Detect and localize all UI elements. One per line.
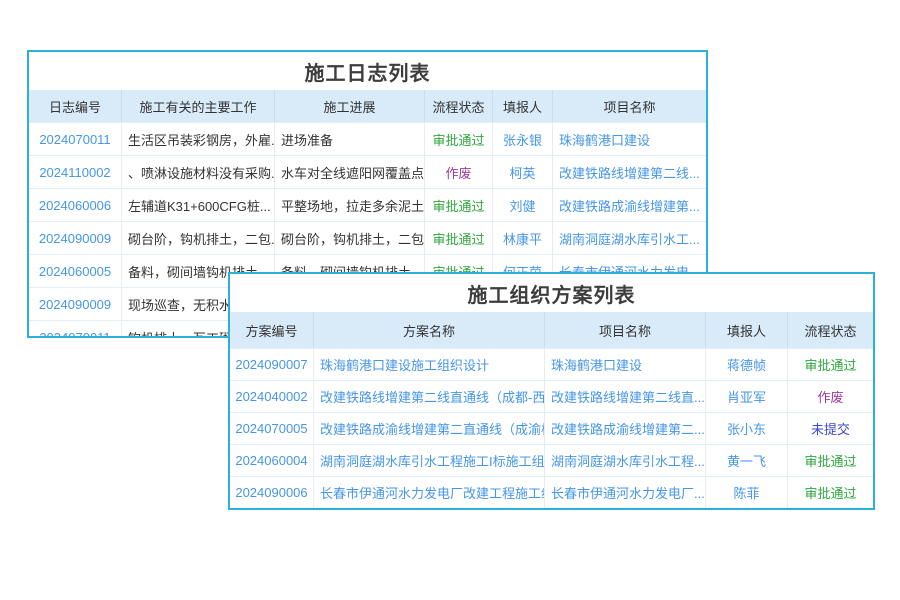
column-header-reporter: 填报人 — [493, 90, 553, 122]
plan-name-link[interactable]: 长春市伊通河水力发电厂改建工程施工组... — [314, 477, 545, 508]
column-header-plan-id: 方案编号 — [230, 312, 314, 348]
reporter-name: 肖亚军 — [706, 381, 788, 412]
construction-log-header-row: 日志编号 施工有关的主要工作 施工进展 流程状态 填报人 项目名称 — [29, 90, 706, 122]
progress-text: 砌台阶，钩机排土，二包... — [275, 222, 425, 254]
main-work-text: 砌台阶，钩机排土，二包... — [122, 222, 275, 254]
table-row: 2024110002、喷淋设施材料没有采购...水车对全线遮阳网覆盖点...作废… — [29, 155, 706, 188]
table-row: 2024070005改建铁路成渝线增建第二直通线（成渝枢...改建铁路成渝线增建… — [230, 412, 873, 444]
status-badge: 审批通过 — [788, 445, 873, 476]
column-header-project: 项目名称 — [553, 90, 706, 122]
plan-id-link[interactable]: 2024090007 — [230, 349, 314, 380]
log-id-link[interactable]: 2024070011 — [29, 123, 122, 155]
log-id-link[interactable]: 2024070011 — [29, 321, 122, 338]
plan-name-link[interactable]: 湖南洞庭湖水库引水工程施工I标施工组织... — [314, 445, 545, 476]
main-work-text: 左辅道K31+600CFG桩... — [122, 189, 275, 221]
construction-plan-title: 施工组织方案列表 — [230, 274, 873, 312]
project-name-link[interactable]: 长春市伊通河水力发电厂... — [545, 477, 706, 508]
construction-plan-body: 2024090007珠海鹤港口建设施工组织设计珠海鹤港口建设蒋德帧审批通过202… — [230, 348, 873, 508]
log-id-link[interactable]: 2024090009 — [29, 288, 122, 320]
table-row: 2024090007珠海鹤港口建设施工组织设计珠海鹤港口建设蒋德帧审批通过 — [230, 348, 873, 380]
project-name-link[interactable]: 改建铁路线增建第二线直... — [545, 381, 706, 412]
project-name-link[interactable]: 湖南洞庭湖水库引水工程... — [545, 445, 706, 476]
reporter-name: 林康平 — [493, 222, 553, 254]
page-background: 施工日志列表 日志编号 施工有关的主要工作 施工进展 流程状态 填报人 项目名称… — [0, 0, 900, 600]
construction-log-title: 施工日志列表 — [29, 52, 706, 90]
project-name-link[interactable]: 珠海鹤港口建设 — [545, 349, 706, 380]
table-row: 2024060006左辅道K31+600CFG桩...平整场地，拉走多余泥土..… — [29, 188, 706, 221]
status-badge: 未提交 — [788, 413, 873, 444]
project-name-link[interactable]: 珠海鹤港口建设 — [553, 123, 706, 155]
construction-plan-header-row: 方案编号 方案名称 项目名称 填报人 流程状态 — [230, 312, 873, 348]
plan-id-link[interactable]: 2024070005 — [230, 413, 314, 444]
plan-id-link[interactable]: 2024040002 — [230, 381, 314, 412]
status-badge: 审批通过 — [425, 189, 493, 221]
main-work-text: 、喷淋设施材料没有采购... — [122, 156, 275, 188]
progress-text: 进场准备 — [275, 123, 425, 155]
status-badge: 作废 — [425, 156, 493, 188]
project-name-link[interactable]: 改建铁路线增建第二线... — [553, 156, 706, 188]
project-name-link[interactable]: 改建铁路成渝线增建第... — [553, 189, 706, 221]
column-header-plan-name: 方案名称 — [314, 312, 545, 348]
log-id-link[interactable]: 2024060006 — [29, 189, 122, 221]
table-row: 2024070011生活区吊装彩钢房，外雇...进场准备审批通过张永银珠海鹤港口… — [29, 122, 706, 155]
plan-id-link[interactable]: 2024060004 — [230, 445, 314, 476]
table-row: 2024060004湖南洞庭湖水库引水工程施工I标施工组织...湖南洞庭湖水库引… — [230, 444, 873, 476]
reporter-name: 蒋德帧 — [706, 349, 788, 380]
reporter-name: 黄一飞 — [706, 445, 788, 476]
plan-id-link[interactable]: 2024090006 — [230, 477, 314, 508]
construction-plan-table: 施工组织方案列表 方案编号 方案名称 项目名称 填报人 流程状态 2024090… — [228, 272, 875, 510]
main-work-text: 生活区吊装彩钢房，外雇... — [122, 123, 275, 155]
table-row: 2024090006长春市伊通河水力发电厂改建工程施工组...长春市伊通河水力发… — [230, 476, 873, 508]
status-badge: 作废 — [788, 381, 873, 412]
status-badge: 审批通过 — [425, 222, 493, 254]
column-header-log-id: 日志编号 — [29, 90, 122, 122]
project-name-link[interactable]: 湖南洞庭湖水库引水工... — [553, 222, 706, 254]
status-badge: 审批通过 — [425, 123, 493, 155]
log-id-link[interactable]: 2024110002 — [29, 156, 122, 188]
column-header-status: 流程状态 — [425, 90, 493, 122]
column-header-main-work: 施工有关的主要工作 — [122, 90, 275, 122]
reporter-name: 张小东 — [706, 413, 788, 444]
reporter-name: 柯英 — [493, 156, 553, 188]
column-header-project: 项目名称 — [545, 312, 706, 348]
table-row: 2024090009砌台阶，钩机排土，二包...砌台阶，钩机排土，二包...审批… — [29, 221, 706, 254]
plan-name-link[interactable]: 改建铁路成渝线增建第二直通线（成渝枢... — [314, 413, 545, 444]
reporter-name: 刘健 — [493, 189, 553, 221]
plan-name-link[interactable]: 珠海鹤港口建设施工组织设计 — [314, 349, 545, 380]
table-row: 2024040002改建铁路线增建第二线直通线（成都-西...改建铁路线增建第二… — [230, 380, 873, 412]
column-header-progress: 施工进展 — [275, 90, 425, 122]
reporter-name: 张永银 — [493, 123, 553, 155]
column-header-reporter: 填报人 — [706, 312, 788, 348]
progress-text: 平整场地，拉走多余泥土... — [275, 189, 425, 221]
status-badge: 审批通过 — [788, 477, 873, 508]
project-name-link[interactable]: 改建铁路成渝线增建第二... — [545, 413, 706, 444]
status-badge: 审批通过 — [788, 349, 873, 380]
log-id-link[interactable]: 2024090009 — [29, 222, 122, 254]
reporter-name: 陈菲 — [706, 477, 788, 508]
plan-name-link[interactable]: 改建铁路线增建第二线直通线（成都-西... — [314, 381, 545, 412]
log-id-link[interactable]: 2024060005 — [29, 255, 122, 287]
column-header-status: 流程状态 — [788, 312, 873, 348]
progress-text: 水车对全线遮阳网覆盖点... — [275, 156, 425, 188]
